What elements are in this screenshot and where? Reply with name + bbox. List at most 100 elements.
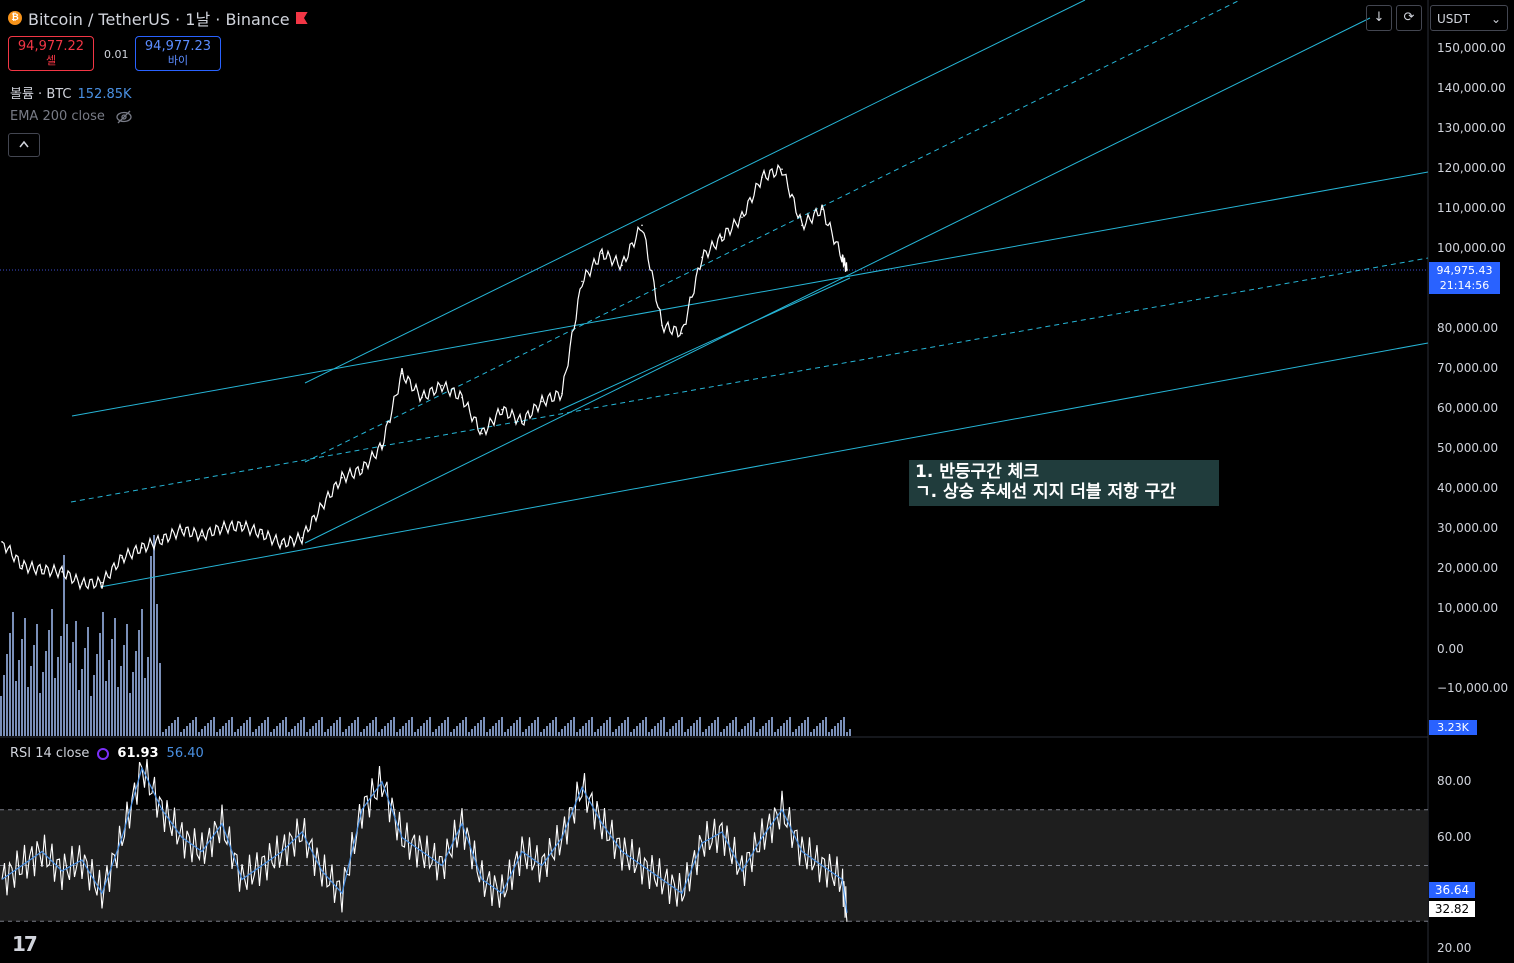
chart-header: ₿ Bitcoin / TetherUS · 1날 · Binance [8,6,308,30]
chevron-down-icon: ⌄ [1490,12,1501,26]
price-point [521,420,523,423]
volume-bar [48,630,50,736]
price-point [761,176,763,178]
volume-bar [834,726,836,736]
sell-label: 셀 [45,54,57,67]
volume-bar [3,675,5,736]
volume-bar [699,717,701,736]
volume-bar [204,726,206,736]
volume-bar [732,720,734,736]
rsi-value-tag: 32.82 [1429,901,1475,917]
volume-bar [138,630,140,736]
volume-bar [309,729,311,736]
rsi-panel [0,758,1428,922]
volume-bar [567,723,569,736]
volume-bar [531,723,533,736]
volume-bar [390,720,392,736]
volume-bar [81,669,83,736]
volume-bar [201,729,203,736]
refresh-button[interactable]: ⟳ [1396,5,1422,31]
price-point [201,534,203,537]
price-point [301,536,303,539]
volume-bar [327,729,329,736]
price-tick-label: 0.00 [1437,642,1464,656]
volume-bar [588,720,590,736]
volume-bar [51,609,53,736]
volume-bar [183,729,185,736]
volume-legend[interactable]: 볼륨 · BTC 152.85K [10,83,132,102]
rsi-ma-value: 56.40 [166,746,204,761]
volume-bar [753,717,755,736]
price-point [801,224,803,227]
volume-bar [114,618,116,736]
volume-bar [141,609,143,736]
volume-bar [387,723,389,736]
volume-bar [573,717,575,736]
volume-bar [843,717,845,736]
volume-bar [483,717,485,736]
trendline [71,171,1429,417]
volume-bar [756,732,758,736]
volume-bar [27,687,29,736]
bitcoin-icon: ₿ [8,11,22,25]
price-point [661,324,663,327]
volume-bar [537,717,539,736]
tradingview-logo[interactable]: 17 [12,932,38,956]
volume-bar [498,720,500,736]
rsi-ma-tag: 36.64 [1429,882,1475,898]
volume-bar [711,723,713,736]
volume-bar [54,678,56,736]
volume-bar [717,717,719,736]
buy-button[interactable]: 94,977.23 바이 [135,36,221,71]
ema-legend[interactable]: EMA 200 close [10,109,133,124]
volume-bar [495,723,497,736]
volume-bar [378,732,380,736]
collapse-legend-button[interactable] [8,133,40,157]
volume-bars [0,535,851,736]
volume-bar [738,732,740,736]
volume-bar [774,732,776,736]
volume-bar [819,723,821,736]
volume-bar [192,720,194,736]
volume-bar [189,723,191,736]
price-point [481,432,483,435]
volume-bar [447,717,449,736]
symbol-title[interactable]: Bitcoin / TetherUS · 1날 · Binance [28,6,290,30]
price-point [741,216,743,219]
volume-bar [15,681,17,736]
volume-bar [780,726,782,736]
price-tick-label: 80,000.00 [1437,321,1499,335]
volume-bar [237,729,239,736]
volume-label: 볼륨 · BTC [10,87,72,102]
currency-select[interactable]: USDT ⌄ [1430,5,1508,31]
volume-bar [402,726,404,736]
volume-bar [303,717,305,736]
volume-value: 152.85K [77,87,132,102]
download-button[interactable]: ↓ [1366,5,1392,31]
price-tick-label: 30,000.00 [1437,521,1499,535]
annotation-note[interactable]: 1. 반등구간 체크 ㄱ. 상승 추세선 지지 더블 저항 구간 [909,460,1219,506]
flag-icon[interactable] [295,12,308,24]
price-point [501,408,503,411]
download-icon: ↓ [1373,10,1385,25]
volume-bar [480,720,482,736]
volume-bar [186,726,188,736]
volume-bar [837,723,839,736]
rsi-legend[interactable]: RSI 14 close 61.93 56.40 [10,746,204,761]
volume-bar [798,726,800,736]
current-price-tag: 94,975.43 21:14:56 [1429,262,1500,294]
volume-bar [234,732,236,736]
price-chart[interactable] [0,0,1514,963]
sell-button[interactable]: 94,977.22 셀 [8,36,94,71]
volume-bar [399,729,401,736]
volume-bar [258,726,260,736]
price-point [21,565,23,567]
volume-bar [411,717,413,736]
volume-bar [6,654,8,736]
rsi-settings-icon[interactable] [97,747,110,760]
volume-bar [489,729,491,736]
volume-bar [336,720,338,736]
volume-bar [180,732,182,736]
eye-off-icon[interactable] [115,110,133,124]
price-point [321,504,323,507]
